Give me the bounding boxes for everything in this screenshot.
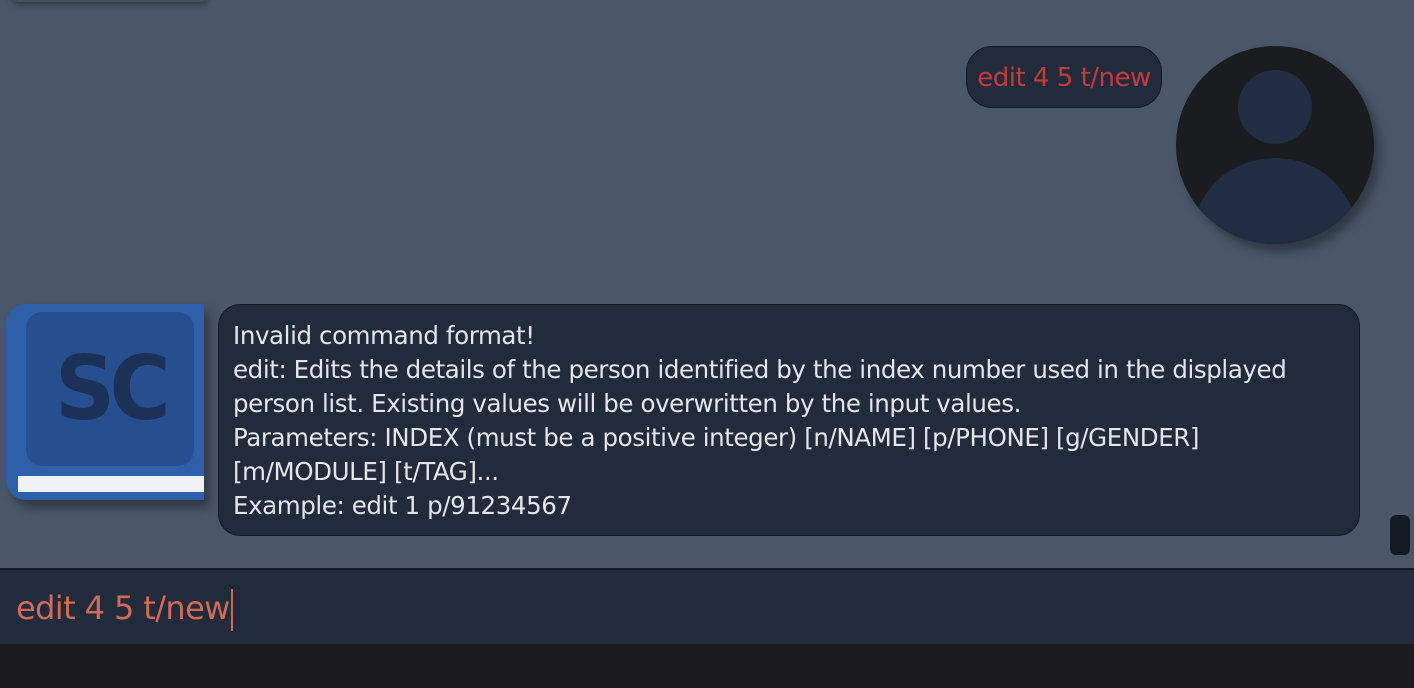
chat-panel[interactable]: edit 4 5 t/new SC Invalid command format…	[0, 0, 1414, 568]
bot-logo-text: SC	[54, 337, 171, 440]
user-message-bubble: edit 4 5 t/new	[966, 46, 1162, 108]
command-bar: edit 4 5 t/new	[0, 568, 1414, 644]
bot-response-bubble: Invalid command format! edit: Edits the …	[218, 304, 1360, 536]
book-pages	[18, 476, 204, 492]
previous-message-edge	[10, 0, 210, 2]
app-window: edit 4 5 t/new SC Invalid command format…	[0, 0, 1414, 688]
command-input[interactable]: edit 4 5 t/new	[16, 582, 233, 634]
response-line: edit: Edits the details of the person id…	[233, 355, 1287, 384]
avatar-head-shape	[1238, 70, 1312, 144]
user-avatar-icon	[1176, 46, 1374, 244]
chat-scrollbar-thumb[interactable]	[1390, 515, 1410, 555]
response-line: Parameters: INDEX (must be a positive in…	[233, 423, 1200, 452]
response-line: Example: edit 1 p/91234567	[233, 491, 572, 520]
book-logo-icon: SC	[6, 304, 204, 500]
status-bar	[0, 644, 1414, 688]
avatar-body-shape	[1194, 158, 1356, 244]
text-caret	[230, 589, 233, 631]
response-line: [m/MODULE] [t/TAG]...	[233, 457, 499, 486]
response-line: person list. Existing values will be ove…	[233, 389, 1021, 418]
response-line: Invalid command format!	[233, 321, 535, 350]
command-input-text: edit 4 5 t/new	[16, 589, 230, 627]
